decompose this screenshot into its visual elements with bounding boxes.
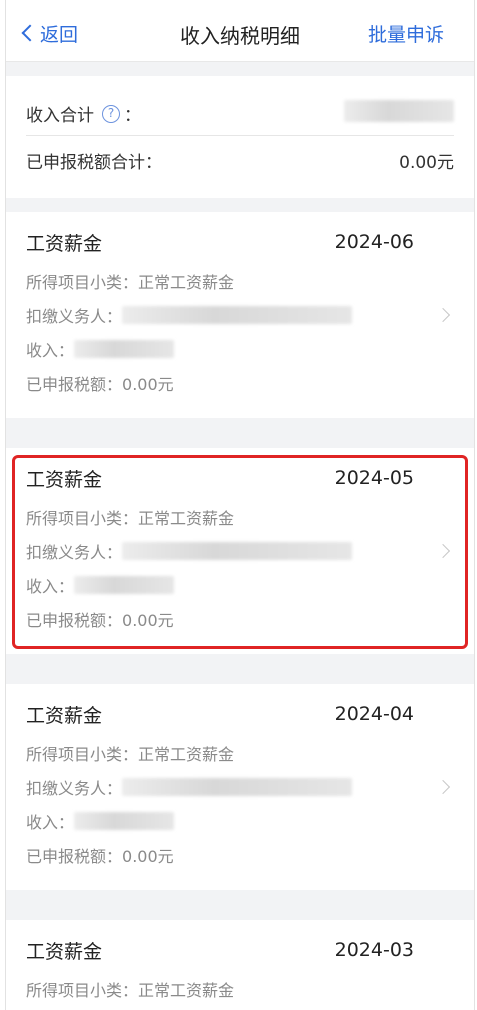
income-line: 收入： <box>26 808 454 834</box>
record-title: 工资薪金 <box>26 468 103 491</box>
record-period: 2024-05 <box>334 467 414 489</box>
income-total-row: 收入合计 ? ： <box>26 92 454 136</box>
subcategory-label: 所得项目小类： <box>26 745 139 764</box>
income-line: 收入： <box>26 572 454 598</box>
income-total-colon: ： <box>124 106 141 126</box>
withholder-line: 扣缴义务人： <box>26 538 454 564</box>
subcategory-label: 所得项目小类： <box>26 981 139 1000</box>
income-label: 收入： <box>26 341 75 360</box>
record-period: 2024-06 <box>334 231 414 253</box>
subcategory-line: 所得项目小类： 正常工资薪金 <box>26 268 454 294</box>
record-period: 2024-03 <box>334 939 414 961</box>
income-label: 收入： <box>26 813 75 832</box>
app-screen: 返回 收入纳税明细 批量申诉 收入合计 ? ： 已申报税额合计： 0.00元 工… <box>5 0 475 1010</box>
help-icon[interactable]: ? <box>102 104 120 123</box>
income-label: 收入： <box>26 577 75 596</box>
record-card[interactable]: 工资薪金 2024-06 所得项目小类： 正常工资薪金 扣缴义务人： 收入： 已… <box>6 212 474 418</box>
tax-value: 0.00元 <box>122 611 174 630</box>
tax-line: 已申报税额： 0.00元 <box>26 606 454 632</box>
withholder-line: 扣缴义务人： <box>26 774 454 800</box>
subcategory-line: 所得项目小类： 正常工资薪金 <box>26 504 454 530</box>
withholder-label: 扣缴义务人： <box>26 543 123 562</box>
declared-tax-total-label: 已申报税额合计： <box>26 152 162 173</box>
withholder-label: 扣缴义务人： <box>26 779 123 798</box>
batch-appeal-button[interactable]: 批量申诉 <box>368 20 444 47</box>
tax-value: 0.00元 <box>122 847 174 866</box>
redacted-blur <box>122 306 353 324</box>
redacted-blur <box>344 100 454 122</box>
declared-tax-total-row: 已申报税额合计： 0.00元 <box>26 138 454 182</box>
redacted-blur <box>122 542 353 560</box>
subcategory-value: 正常工资薪金 <box>138 981 235 1000</box>
income-total-label: 收入合计 <box>26 106 94 126</box>
subcategory-value: 正常工资薪金 <box>138 273 235 292</box>
subcategory-label: 所得项目小类： <box>26 273 139 292</box>
declared-tax-total-value: 0.00元 <box>399 152 454 173</box>
subcategory-label: 所得项目小类： <box>26 509 139 528</box>
record-card[interactable]: 工资薪金 2024-04 所得项目小类： 正常工资薪金 扣缴义务人： 收入： 已… <box>6 684 474 890</box>
tax-label: 已申报税额： <box>26 375 123 394</box>
tax-label: 已申报税额： <box>26 611 123 630</box>
tax-line: 已申报税额： 0.00元 <box>26 370 454 396</box>
income-line: 收入： <box>26 336 454 362</box>
redacted-blur <box>74 812 175 830</box>
record-title: 工资薪金 <box>26 940 103 963</box>
summary-card: 收入合计 ? ： 已申报税额合计： 0.00元 <box>6 76 474 198</box>
subcategory-value: 正常工资薪金 <box>138 745 235 764</box>
withholder-line: 扣缴义务人： <box>26 302 454 328</box>
tax-value: 0.00元 <box>122 375 174 394</box>
redacted-blur <box>74 340 175 358</box>
redacted-blur <box>122 778 353 796</box>
record-title: 工资薪金 <box>26 232 103 255</box>
record-card[interactable]: 工资薪金 2024-05 所得项目小类： 正常工资薪金 扣缴义务人： 收入： 已… <box>6 448 474 654</box>
nav-bar: 返回 收入纳税明细 批量申诉 <box>6 0 474 62</box>
withholder-label: 扣缴义务人： <box>26 307 123 326</box>
redacted-blur <box>74 576 175 594</box>
tax-line: 已申报税额： 0.00元 <box>26 842 454 868</box>
record-title: 工资薪金 <box>26 704 103 727</box>
subcategory-line: 所得项目小类： 正常工资薪金 <box>26 740 454 766</box>
tax-label: 已申报税额： <box>26 847 123 866</box>
subcategory-line: 所得项目小类： 正常工资薪金 <box>26 976 454 1002</box>
record-period: 2024-04 <box>334 703 414 725</box>
record-card[interactable]: 工资薪金 2024-03 所得项目小类： 正常工资薪金 <box>6 920 474 1010</box>
subcategory-value: 正常工资薪金 <box>138 509 235 528</box>
income-total-value-redacted <box>344 100 454 127</box>
